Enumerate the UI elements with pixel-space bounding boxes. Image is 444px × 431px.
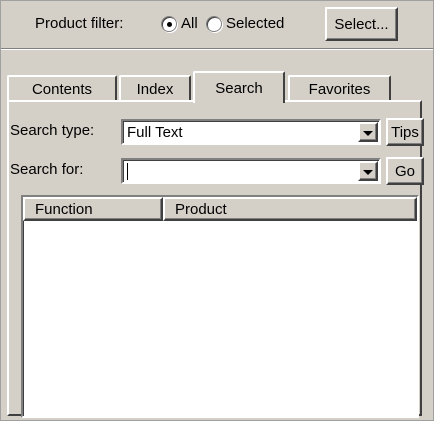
chevron-down-icon — [363, 130, 373, 136]
column-header-function[interactable]: Function — [23, 197, 163, 221]
product-filter-label: Product filter: — [35, 15, 124, 32]
search-for-dropdown-button[interactable] — [358, 161, 378, 181]
radio-selected[interactable] — [206, 16, 222, 32]
radio-all-label[interactable]: All — [181, 15, 198, 32]
search-for-input[interactable] — [121, 158, 381, 184]
tab-index[interactable]: Index — [119, 75, 191, 101]
select-products-button[interactable]: Select... — [325, 7, 398, 41]
results-list[interactable]: Function Product — [21, 195, 419, 418]
column-header-product[interactable]: Product — [163, 197, 417, 221]
search-type-dropdown-button[interactable] — [358, 122, 378, 142]
filter-separator — [1, 48, 433, 50]
tab-contents[interactable]: Contents — [7, 75, 117, 101]
help-navigator-panel: Product filter: All Selected Select... C… — [0, 0, 434, 421]
radio-selected-label[interactable]: Selected — [226, 15, 284, 32]
tips-button[interactable]: Tips — [386, 118, 424, 146]
radio-selected-dot — [167, 22, 172, 27]
go-button[interactable]: Go — [386, 157, 424, 185]
tab-search[interactable]: Search — [193, 71, 285, 103]
tab-favorites[interactable]: Favorites — [288, 75, 391, 101]
search-type-combo[interactable]: Full Text — [121, 119, 381, 145]
product-filter-row: Product filter: All Selected Select... — [1, 7, 433, 41]
search-for-label: Search for: — [10, 161, 84, 178]
search-type-value: Full Text — [127, 124, 183, 141]
text-caret — [127, 163, 128, 180]
search-type-label: Search type: — [10, 122, 95, 139]
chevron-down-icon — [363, 169, 373, 175]
radio-all[interactable] — [161, 16, 177, 32]
